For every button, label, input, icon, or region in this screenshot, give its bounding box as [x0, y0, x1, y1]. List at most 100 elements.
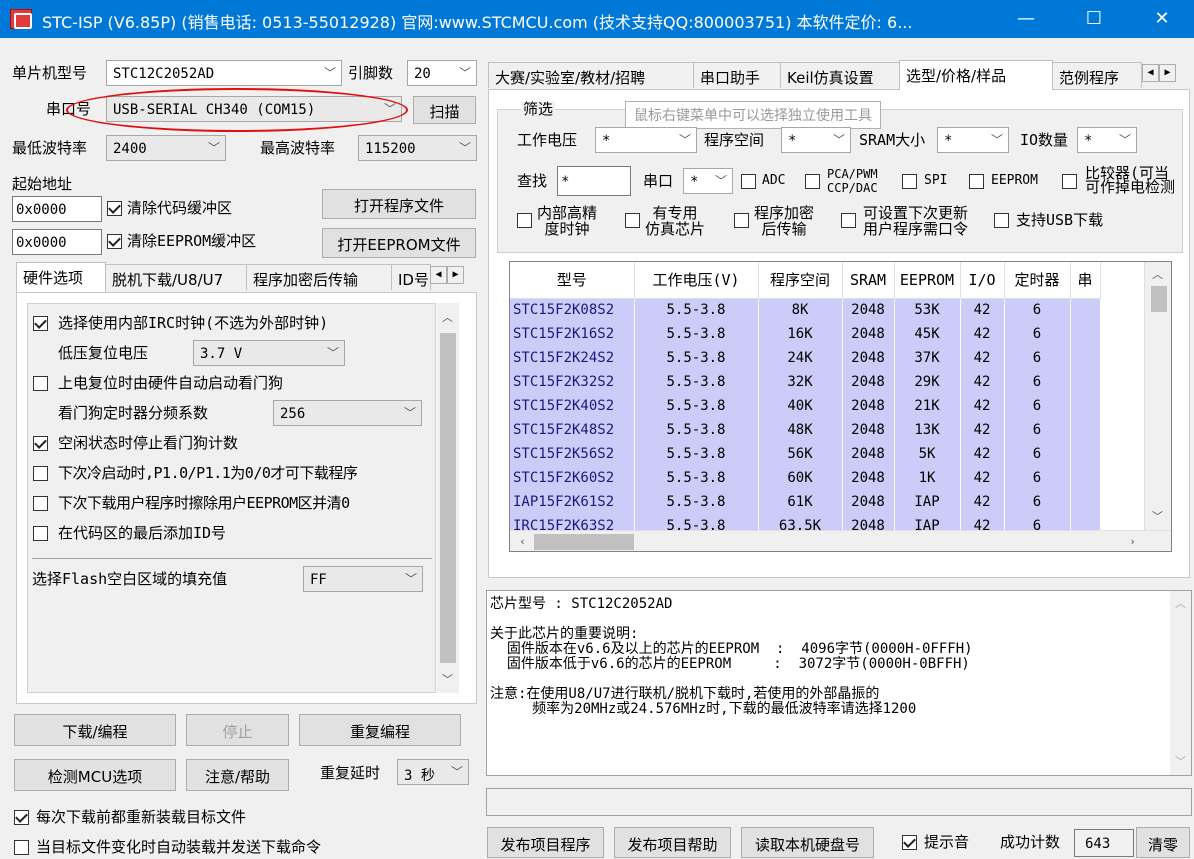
scroll-up-icon[interactable]: ︿ — [439, 309, 456, 326]
encrypt-checkbox[interactable] — [734, 213, 749, 228]
table-cell: 42 — [960, 370, 1005, 394]
table-vscroll[interactable]: ︿ ﹀ — [1144, 262, 1171, 532]
table-row[interactable]: IAP15F2K61S2 5.5-3.8 61K 2048 IAP 42 6 — [510, 490, 1101, 514]
table-header-cell[interactable]: 定时器 — [1004, 262, 1071, 299]
table-row[interactable]: STC15F2K60S2 5.5-3.8 60K 2048 1K 42 6 — [510, 466, 1101, 490]
scroll-thumb[interactable] — [440, 333, 456, 663]
voltage-select[interactable]: * ﹀ — [595, 127, 697, 153]
max-baud-select[interactable]: 115200 ﹀ — [358, 135, 477, 161]
min-baud-select[interactable]: 2400 ﹀ — [106, 135, 226, 161]
table-cell: 5.5-3.8 — [634, 466, 759, 490]
stop-button[interactable]: 停止 — [186, 714, 289, 746]
scroll-up-icon[interactable]: ︿ — [1149, 266, 1166, 283]
table-row[interactable]: STC15F2K48S2 5.5-3.8 48K 2048 13K 42 6 — [510, 418, 1101, 442]
table-header-cell[interactable]: 型号 — [510, 262, 635, 299]
tab-encrypted-transfer[interactable]: 程序加密后传输 — [246, 264, 392, 290]
download-button[interactable]: 下载/编程 — [14, 714, 176, 746]
search-input[interactable]: * — [557, 166, 631, 196]
scroll-down-icon[interactable]: ﹀ — [1172, 753, 1189, 770]
scan-button[interactable]: 扫描 — [413, 96, 476, 124]
table-row[interactable]: STC15F2K16S2 5.5-3.8 16K 2048 45K 42 6 — [510, 322, 1101, 346]
spi-checkbox[interactable] — [902, 174, 917, 189]
tab-keil-sim[interactable]: Keil仿真设置 — [780, 62, 900, 88]
table-header-cell[interactable]: 工作电压(V) — [634, 262, 759, 299]
tab-offline-download[interactable]: 脱机下载/U8/U7 — [105, 264, 247, 290]
tab-serial-assistant[interactable]: 串口助手 — [693, 62, 781, 88]
table-hscroll[interactable]: ‹ › — [510, 530, 1171, 551]
usb-checkbox[interactable] — [994, 213, 1009, 228]
auto-load-checkbox[interactable] — [14, 840, 29, 855]
scroll-right-icon[interactable]: › — [1124, 533, 1141, 550]
table-header-cell[interactable]: I/O — [960, 262, 1005, 299]
table-header-cell[interactable]: EEPROM — [894, 262, 961, 299]
read-disk-button[interactable]: 读取本机硬盘号 — [741, 827, 874, 858]
check-mcu-button[interactable]: 检测MCU选项 — [14, 759, 176, 791]
close-button[interactable]: ✕ — [1130, 0, 1194, 38]
open-eeprom-button[interactable]: 打开EEPROM文件 — [322, 228, 476, 258]
erase-eeprom-checkbox[interactable] — [33, 496, 48, 511]
wdt-div-select[interactable]: 256 ﹀ — [273, 400, 422, 426]
add-id-checkbox[interactable] — [33, 526, 48, 541]
table-header-cell[interactable]: SRAM — [842, 262, 895, 299]
sram-select[interactable]: * ﹀ — [937, 127, 1009, 153]
scroll-down-icon[interactable]: ﹀ — [1149, 508, 1166, 525]
scroll-thumb[interactable] — [1151, 286, 1167, 312]
reprogram-button[interactable]: 重复编程 — [299, 714, 461, 746]
low-reset-select[interactable]: 3.7 V ﹀ — [193, 340, 345, 366]
uart-select[interactable]: * ﹀ — [683, 168, 733, 194]
table-cell: 6 — [1004, 418, 1071, 442]
code-address-input[interactable]: 0x0000 — [12, 196, 102, 222]
emulator-checkbox[interactable] — [625, 213, 640, 228]
fill-select[interactable]: FF ﹀ — [303, 566, 423, 592]
tab-scroll-right[interactable]: ▶ — [447, 266, 464, 284]
table-row[interactable]: STC15F2K56S2 5.5-3.8 56K 2048 5K 42 6 — [510, 442, 1101, 466]
publish-help-button[interactable]: 发布项目帮助 — [614, 827, 731, 858]
clear-code-checkbox[interactable] — [107, 201, 122, 216]
io-select[interactable]: * ﹀ — [1077, 127, 1137, 153]
cold-boot-checkbox[interactable] — [33, 466, 48, 481]
help-button[interactable]: 注意/帮助 — [186, 759, 289, 791]
publish-program-button[interactable]: 发布项目程序 — [487, 827, 604, 858]
scroll-left-icon[interactable]: ‹ — [514, 533, 531, 550]
options-scrollbar[interactable]: ︿ ﹀ — [437, 303, 459, 693]
delay-select[interactable]: 3 秒 ﹀ — [397, 759, 469, 785]
maximize-button[interactable]: ☐ — [1062, 0, 1126, 38]
pins-select[interactable]: 20 ﹀ — [407, 60, 477, 86]
hscroll-thumb[interactable] — [534, 534, 634, 550]
update-pwd-checkbox[interactable] — [841, 213, 856, 228]
tab-scroll-left[interactable]: ◀ — [430, 266, 447, 284]
mcu-model-select[interactable]: STC12C2052AD ﹀ — [106, 60, 342, 86]
table-row[interactable]: STC15F2K32S2 5.5-3.8 32K 2048 29K 42 6 — [510, 370, 1101, 394]
table-row[interactable]: STC15F2K24S2 5.5-3.8 24K 2048 37K 42 6 — [510, 346, 1101, 370]
open-program-button[interactable]: 打开程序文件 — [322, 189, 476, 219]
irc-checkbox[interactable] — [33, 316, 48, 331]
tab-examples[interactable]: 范例程序 — [1052, 62, 1142, 88]
comparator-checkbox[interactable] — [1062, 174, 1077, 189]
minimize-button[interactable]: — — [994, 0, 1058, 38]
scroll-down-icon[interactable]: ﹀ — [439, 671, 456, 688]
table-header-cell[interactable]: 程序空间 — [758, 262, 843, 299]
beep-checkbox[interactable] — [902, 835, 917, 850]
table-header-cell[interactable]: 串 — [1070, 262, 1101, 299]
clear-eeprom-checkbox[interactable] — [107, 234, 122, 249]
watchdog-checkbox[interactable] — [33, 376, 48, 391]
scroll-up-icon[interactable]: ︿ — [1172, 595, 1189, 612]
tab-selection[interactable]: 选型/价格/样品 — [899, 60, 1053, 90]
idle-stop-checkbox[interactable] — [33, 436, 48, 451]
tab-contest[interactable]: 大赛/实验室/教材/招聘 — [488, 62, 694, 88]
reload-checkbox[interactable] — [14, 810, 29, 825]
tab-scroll-left[interactable]: ◀ — [1142, 64, 1159, 82]
tab-scroll-right[interactable]: ▶ — [1159, 64, 1176, 82]
tab-id[interactable]: ID号 — [391, 264, 431, 290]
prog-space-select[interactable]: * ﹀ — [781, 127, 851, 153]
irc-hp-checkbox[interactable] — [517, 213, 532, 228]
adc-checkbox[interactable] — [741, 174, 756, 189]
eeprom-address-input[interactable]: 0x0000 — [12, 229, 102, 255]
info-scrollbar[interactable]: ︿ ﹀ — [1170, 591, 1191, 775]
table-row[interactable]: STC15F2K08S2 5.5-3.8 8K 2048 53K 42 6 — [510, 298, 1101, 322]
eeprom-checkbox[interactable] — [969, 174, 984, 189]
clear-count-button[interactable]: 清零 — [1136, 827, 1190, 858]
tab-hardware-options[interactable]: 硬件选项 — [16, 262, 106, 292]
pca-checkbox[interactable] — [805, 174, 820, 189]
table-row[interactable]: STC15F2K40S2 5.5-3.8 40K 2048 21K 42 6 — [510, 394, 1101, 418]
